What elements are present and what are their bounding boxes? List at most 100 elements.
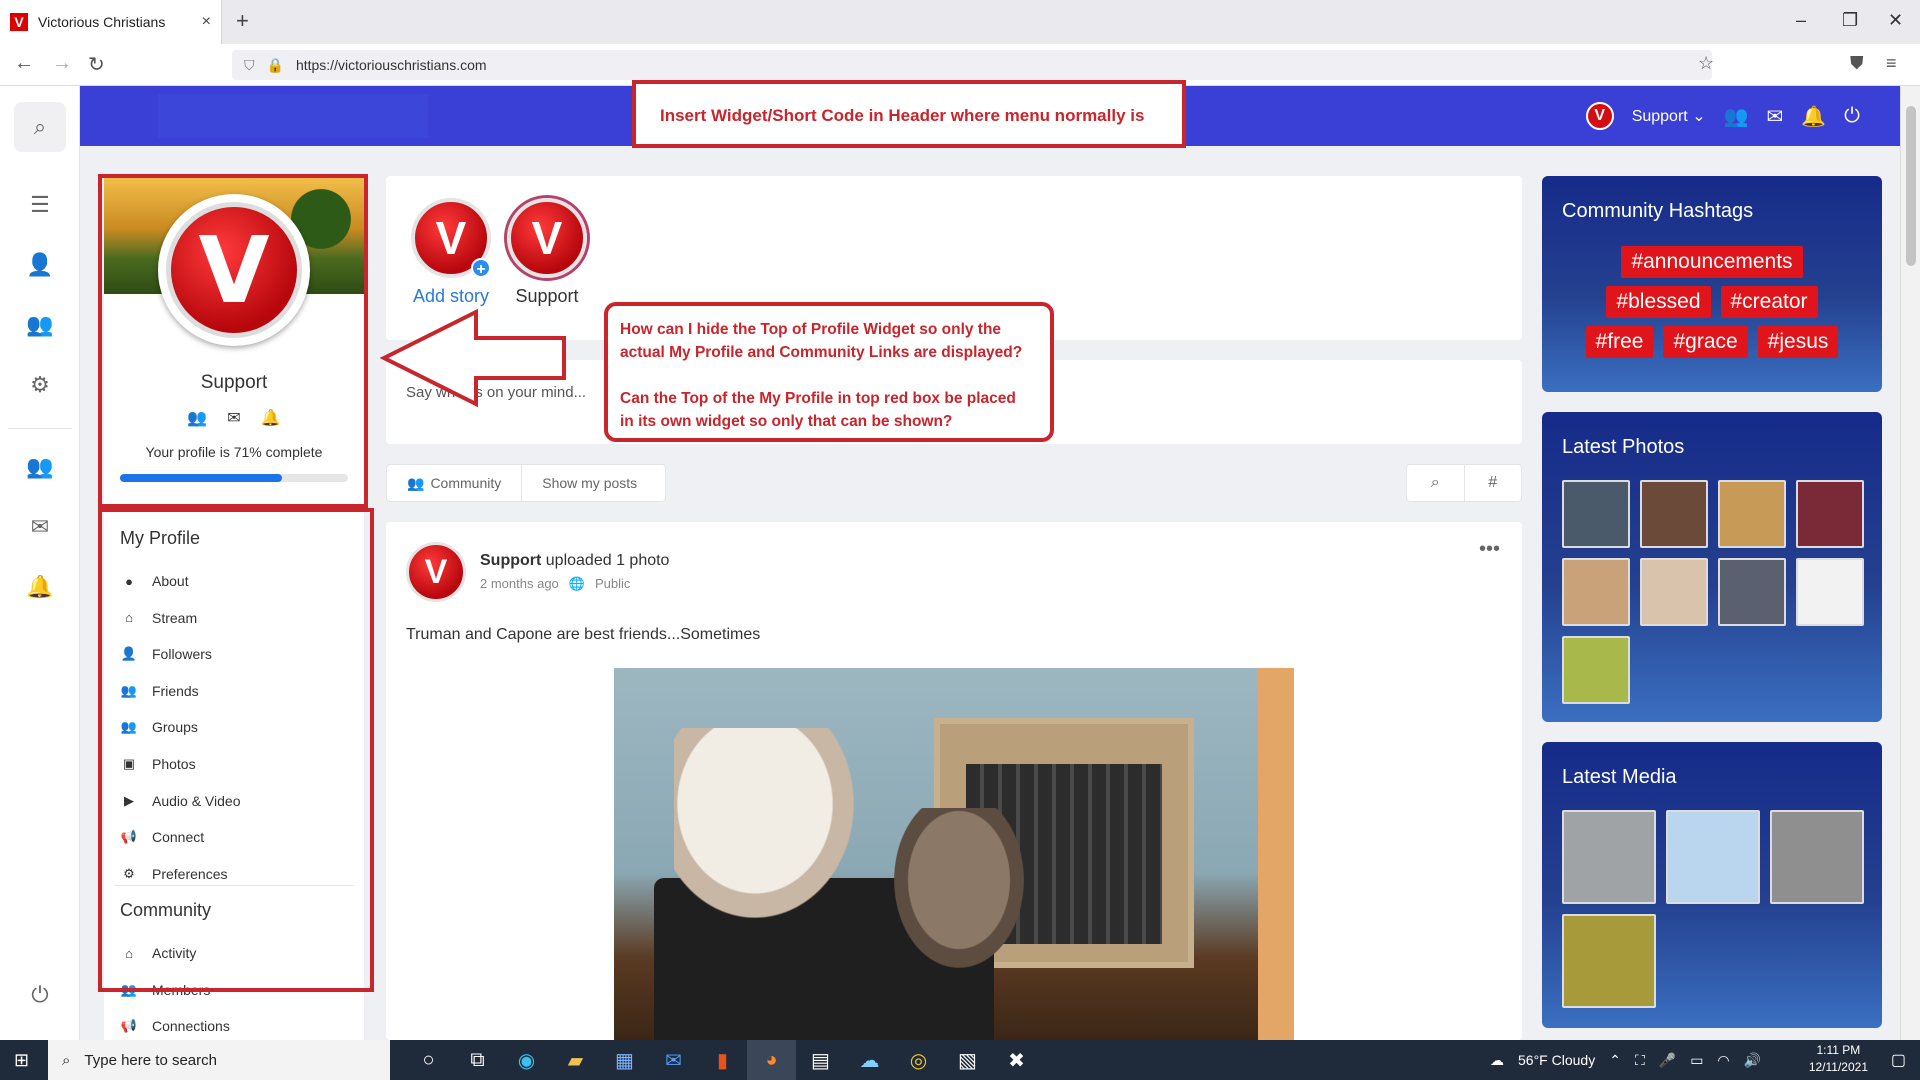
hashtags-title: Community Hashtags (1562, 200, 1754, 222)
url-field[interactable]: ⛉ 🔒 https://victoriouschristians.com (232, 50, 1712, 80)
reload-icon[interactable]: ↻ (88, 52, 105, 77)
feed-search-icon[interactable]: ⌕ (1407, 465, 1465, 501)
header-user-menu[interactable]: Support ⌄ (1632, 106, 1706, 126)
bell-icon[interactable]: 🔔 (1801, 104, 1826, 129)
media-thumbnail[interactable] (1770, 810, 1864, 904)
taskbar-search[interactable]: ⌕ Type here to search (48, 1040, 390, 1080)
hashtag-icon[interactable]: # (1465, 465, 1522, 501)
photo-thumbnail[interactable] (1718, 558, 1786, 626)
annotation-profile-top-box (98, 174, 368, 508)
close-window-icon[interactable]: ✕ (1888, 10, 1903, 31)
globe-icon: 🌐 (568, 576, 585, 591)
notification-center-icon[interactable]: ▢ (1891, 1050, 1906, 1070)
cloud-app-icon[interactable]: ☁ (845, 1040, 894, 1080)
volume-icon[interactable]: 🔊 (1744, 1052, 1761, 1069)
menu-icon[interactable]: ≡ (1886, 53, 1897, 74)
envelope-icon[interactable]: ✉ (1767, 104, 1784, 129)
post-options-icon[interactable]: ••• (1479, 538, 1500, 561)
edge-icon[interactable]: ◉ (502, 1040, 551, 1080)
photo-thumbnail[interactable] (1718, 480, 1786, 548)
firefox-icon[interactable]: ◕ (747, 1040, 796, 1080)
hashtag-creator[interactable]: #creator (1720, 286, 1818, 318)
document-app-icon[interactable]: ▤ (796, 1040, 845, 1080)
media-thumbnail[interactable] (1666, 810, 1760, 904)
friends-icon[interactable]: 👥 (0, 454, 80, 480)
tray-chevron-up-icon[interactable]: ⌃ (1609, 1052, 1621, 1069)
photo-thumbnail[interactable] (1562, 480, 1630, 548)
office-icon[interactable]: ▮ (698, 1040, 747, 1080)
pocket-icon[interactable]: ⛊ (1850, 53, 1864, 74)
photo-app-icon[interactable]: ▧ (943, 1040, 992, 1080)
left-rail: ⌕ ☰ 👤 👥 ⚙ 👥 ✉ 🔔 ⏻ (0, 86, 80, 1040)
users-icon[interactable]: 👥 (0, 312, 80, 338)
hashtag-grace[interactable]: #grace (1663, 326, 1748, 358)
bell-icon[interactable]: 🔔 (0, 574, 80, 600)
post-photo[interactable] (614, 668, 1294, 1040)
network-icon[interactable]: ⛶ (1635, 1052, 1645, 1069)
post-author-avatar[interactable]: V (406, 542, 466, 602)
weather-text[interactable]: 56°F Cloudy (1518, 1052, 1595, 1068)
media-thumbnail[interactable] (1562, 810, 1656, 904)
hashtag-jesus[interactable]: #jesus (1757, 326, 1839, 358)
store-icon[interactable]: ▦ (600, 1040, 649, 1080)
mail-icon[interactable]: ✉ (649, 1040, 698, 1080)
latest-photos-widget: Latest Photos (1542, 412, 1882, 722)
menu-item-connections[interactable]: 📢 Connections (120, 1011, 350, 1040)
minimize-icon[interactable]: – (1796, 10, 1806, 31)
new-tab-icon[interactable]: + (236, 8, 249, 34)
megaphone-icon: 📢 (120, 1018, 138, 1034)
lock-icon: 🔒 (266, 56, 284, 73)
tab-show-my-posts[interactable]: Show my posts (522, 465, 657, 501)
media-thumbnail[interactable] (1562, 914, 1656, 1008)
forward-icon[interactable]: → (52, 52, 72, 75)
microphone-icon[interactable]: 🎤 (1659, 1052, 1676, 1069)
search-icon[interactable]: ⌕ (14, 102, 66, 152)
friends-icon[interactable]: 👥 (1724, 104, 1749, 129)
tab-community[interactable]: 👥 Community (387, 465, 523, 501)
gear-icon[interactable]: ⚙ (0, 372, 80, 398)
add-story-button[interactable]: V + Add story (406, 198, 496, 307)
power-icon[interactable]: ⏻ (0, 982, 80, 1008)
user-icon[interactable]: 👤 (0, 252, 80, 278)
close-tab-icon[interactable]: × (202, 13, 211, 31)
weather-icon: ☁ (1490, 1051, 1504, 1068)
search-icon: ⌕ (62, 1051, 71, 1069)
bookmark-star-icon[interactable]: ☆ (1698, 53, 1714, 74)
hashtag-free[interactable]: #free (1585, 326, 1654, 358)
photo-thumbnail[interactable] (1640, 480, 1708, 548)
post-author[interactable]: Support (480, 552, 541, 569)
task-view-icon[interactable]: ⧉ (453, 1040, 502, 1080)
avatar-logo: V (531, 212, 563, 264)
photo-thumbnail[interactable] (1796, 558, 1864, 626)
story-support[interactable]: V Support (502, 198, 592, 307)
photo-thumbnail[interactable] (1796, 480, 1864, 548)
cortana-icon[interactable]: ○ (404, 1040, 453, 1080)
taskbar-clock[interactable]: 1:11 PM 12/11/2021 (1809, 1042, 1868, 1076)
page-scrollbar[interactable] (1900, 86, 1920, 1040)
windows-start-icon[interactable]: ⊞ (14, 1050, 29, 1071)
envelope-icon[interactable]: ✉ (0, 514, 80, 540)
battery-icon[interactable]: ▭ (1690, 1052, 1703, 1069)
file-explorer-icon[interactable]: ▰ (551, 1040, 600, 1080)
hashtag-announcements[interactable]: #announcements (1621, 246, 1803, 278)
site-favicon-icon: V (10, 13, 28, 31)
header-avatar[interactable]: V (1585, 102, 1614, 130)
photo-thumbnail[interactable] (1640, 558, 1708, 626)
photo-thumbnail[interactable] (1562, 558, 1630, 626)
power-icon[interactable]: ⏻ (1844, 105, 1860, 128)
browser-tab[interactable]: V Victorious Christians × (0, 0, 222, 44)
post-time[interactable]: 2 months ago (480, 576, 559, 592)
wifi-icon[interactable]: ◠ (1717, 1052, 1729, 1069)
rail-divider (8, 428, 72, 429)
chrome-icon[interactable]: ◎ (894, 1040, 943, 1080)
hashtag-blessed[interactable]: #blessed (1606, 286, 1711, 318)
restore-icon[interactable]: ❐ (1842, 10, 1858, 31)
back-icon[interactable]: ← (14, 52, 34, 75)
hamburger-icon[interactable]: ☰ (0, 192, 80, 218)
photo-thumbnail[interactable] (1562, 636, 1630, 704)
taskbar-apps: ○ ⧉ ◉ ▰ ▦ ✉ ▮ ◕ ▤ ☁ ◎ ▧ ✖ (404, 1040, 1041, 1080)
windows-taskbar: ⊞ ⌕ Type here to search ○ ⧉ ◉ ▰ ▦ ✉ ▮ ◕ … (0, 1040, 1920, 1080)
scroll-thumb[interactable] (1906, 106, 1916, 266)
photo-grid (1562, 480, 1864, 704)
x-app-icon[interactable]: ✖ (992, 1040, 1041, 1080)
